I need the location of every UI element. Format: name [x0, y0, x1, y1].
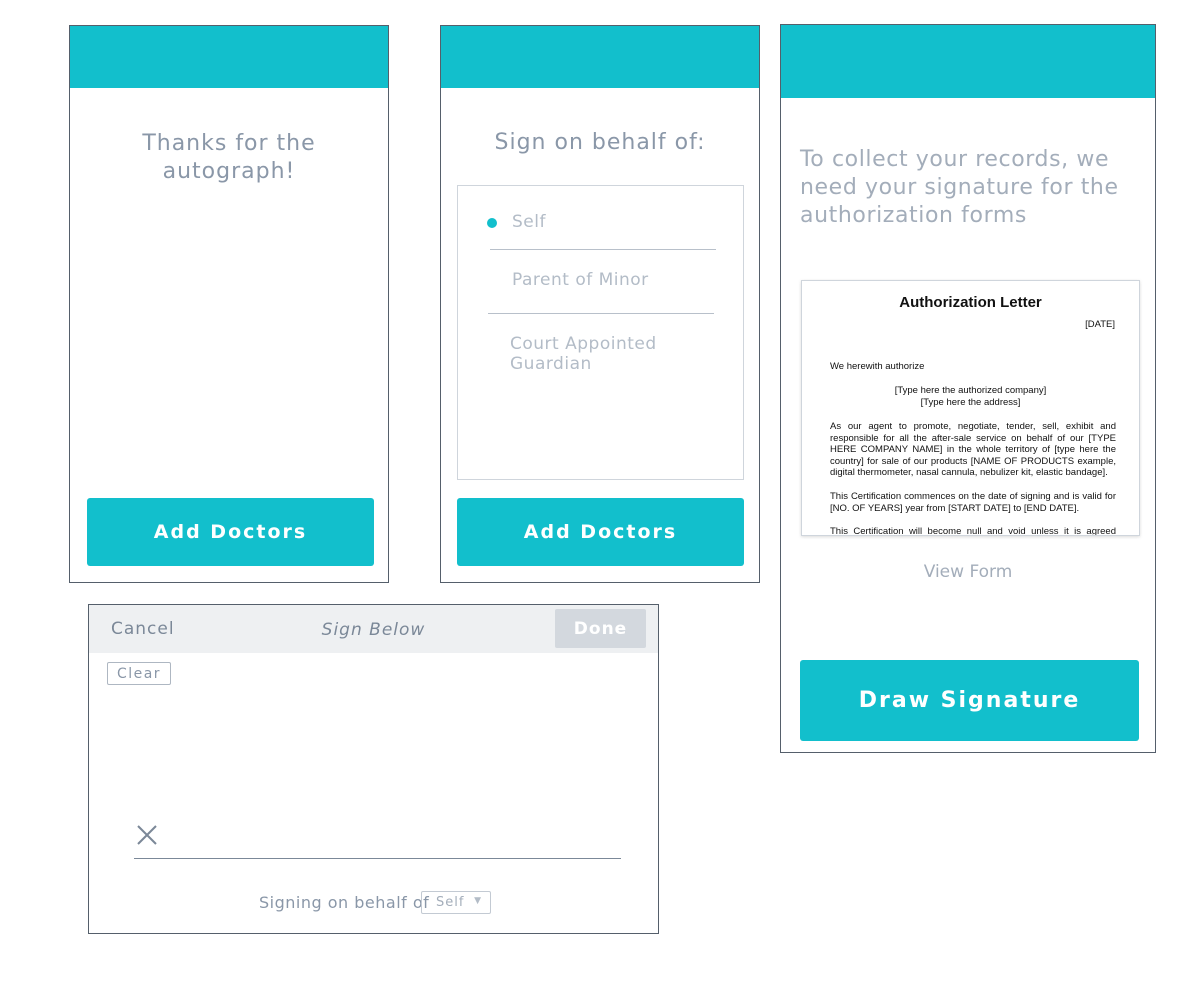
signature-screen: Cancel Sign Below Done Clear Signing on … — [88, 604, 659, 934]
header-bar — [70, 26, 388, 88]
records-intro-text: To collect your records, we need your si… — [800, 147, 1119, 228]
header-bar — [781, 25, 1155, 98]
signature-line[interactable] — [134, 858, 621, 859]
document-title: Authorization Letter — [899, 294, 1042, 311]
signature-toolbar: Cancel Sign Below Done — [89, 605, 658, 653]
document-line: [Type here the authorized company] — [894, 385, 1047, 396]
document-line: We herewith authorize — [830, 361, 925, 372]
divider — [490, 249, 716, 250]
header-bar — [441, 26, 759, 88]
radio-selected-dot-icon — [487, 218, 497, 228]
authorization-form-preview[interactable]: Authorization Letter [DATE] We herewith … — [801, 280, 1140, 536]
signature-x-icon — [137, 825, 157, 845]
radio-option-court-appointed-guardian[interactable]: Court Appointed Guardian — [510, 334, 743, 374]
document-date: [DATE] — [1085, 319, 1115, 330]
clear-button[interactable]: Clear — [107, 662, 171, 685]
signing-behalf-label: Signing on behalf of — [259, 893, 430, 912]
add-doctors-button[interactable]: Add Doctors — [87, 498, 374, 566]
document-line: [Type here the address] — [920, 397, 1021, 408]
thanks-message: Thanks for the autograph! — [142, 131, 316, 184]
signing-behalf-value: Self — [436, 895, 465, 910]
caret-down-icon: ▼ — [474, 896, 482, 906]
view-form-link[interactable]: View Form — [781, 562, 1155, 582]
behalf-title: Sign on behalf of: — [494, 130, 706, 155]
divider — [488, 313, 714, 314]
signing-behalf-select[interactable]: Self ▼ — [421, 891, 491, 914]
records-screen: To collect your records, we need your si… — [780, 24, 1156, 753]
document-paragraph: This Certification commences on the date… — [830, 491, 1116, 514]
draw-signature-button[interactable]: Draw Signature — [800, 660, 1139, 741]
add-doctors-button[interactable]: Add Doctors — [457, 498, 744, 566]
radio-option-self[interactable]: Self — [512, 212, 546, 232]
behalf-screen: Sign on behalf of: Self Parent of Minor … — [440, 25, 760, 583]
document-paragraph: This Certification will become null and … — [830, 526, 1116, 536]
document-paragraph: As our agent to promote, negotiate, tend… — [830, 421, 1116, 478]
thanks-screen: Thanks for the autograph! Add Doctors — [69, 25, 389, 583]
behalf-options-list: Self Parent of Minor Court Appointed Gua… — [457, 185, 744, 480]
radio-option-parent-of-minor[interactable]: Parent of Minor — [512, 270, 649, 290]
done-button[interactable]: Done — [555, 609, 646, 648]
